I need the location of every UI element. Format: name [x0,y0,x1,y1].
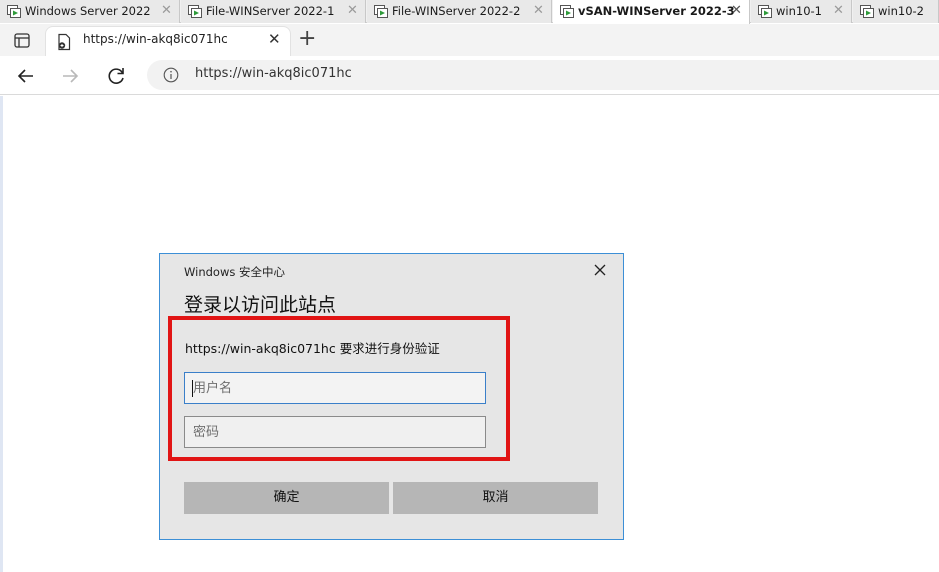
vm-console-icon [758,5,772,18]
vm-tab-vsan-winserver-3[interactable]: vSAN-WINServer 2022-3 ✕ [553,0,750,24]
address-bar[interactable]: https://win-akq8ic071hc [147,60,939,90]
back-arrow-icon[interactable] [12,62,40,90]
vm-console-icon [860,5,874,18]
vm-tab-win10-1[interactable]: win10-1 ✕ [751,0,852,23]
password-field[interactable] [184,416,486,448]
username-field[interactable] [184,372,486,404]
vm-tab-label: win10-2 [878,4,924,18]
ok-button[interactable]: 确定 [184,482,389,514]
vm-console-icon [7,5,21,18]
vm-tab-win10-2[interactable]: win10-2 [853,0,939,23]
vm-tab-label: File-WINServer 2022-2 [392,4,521,18]
refresh-icon[interactable] [102,62,130,90]
windows-security-dialog: Windows 安全中心 登录以访问此站点 https://win-akq8ic… [159,253,624,540]
vm-tab-windows-server-2022[interactable]: Windows Server 2022 ✕ [0,0,180,23]
dialog-heading: 登录以访问此站点 [184,294,337,316]
plus-icon[interactable]: + [298,27,316,51]
vm-tab-label: vSAN-WINServer 2022-3 [578,4,735,18]
close-icon[interactable]: ✕ [533,0,544,22]
vm-tab-label: Windows Server 2022 [25,4,151,18]
browser-tab-bar: https://win-akq8ic071hc ✕ + [0,24,939,56]
vm-tab-label: File-WINServer 2022-1 [206,4,335,18]
browser-toolbar: https://win-akq8ic071hc [0,56,939,95]
vm-tab-file-winserver-2[interactable]: File-WINServer 2022-2 ✕ [367,0,552,23]
forward-arrow-icon[interactable] [56,62,84,90]
close-icon[interactable]: ✕ [731,0,742,22]
vm-console-icon [188,5,202,18]
tab-actions-icon[interactable] [8,30,36,52]
cancel-button[interactable]: 取消 [393,482,598,514]
auth-message: https://win-akq8ic071hc 要求进行身份验证 [185,341,440,356]
close-icon[interactable]: ✕ [161,0,172,22]
password-input[interactable] [185,417,485,447]
username-input[interactable] [185,373,485,403]
address-url: https://win-akq8ic071hc [195,66,352,81]
text-caret [192,380,193,397]
close-icon[interactable]: ✕ [268,30,281,48]
info-icon[interactable] [163,67,179,83]
dialog-caption: Windows 安全中心 [184,265,285,279]
vm-tab-file-winserver-1[interactable]: File-WINServer 2022-1 ✕ [181,0,366,23]
vm-console-icon [374,5,388,18]
close-icon[interactable] [592,262,608,278]
browser-tab[interactable]: https://win-akq8ic071hc ✕ [46,27,290,56]
close-icon[interactable]: ✕ [833,0,844,22]
tab-title: https://win-akq8ic071hc [83,32,228,46]
close-icon[interactable]: ✕ [347,0,358,22]
vm-tab-label: win10-1 [776,4,822,18]
window-edge [0,96,3,572]
vm-console-icon [560,5,574,18]
vm-tab-strip: Windows Server 2022 ✕ File-WINServer 202… [0,0,939,24]
document-icon [58,33,71,51]
